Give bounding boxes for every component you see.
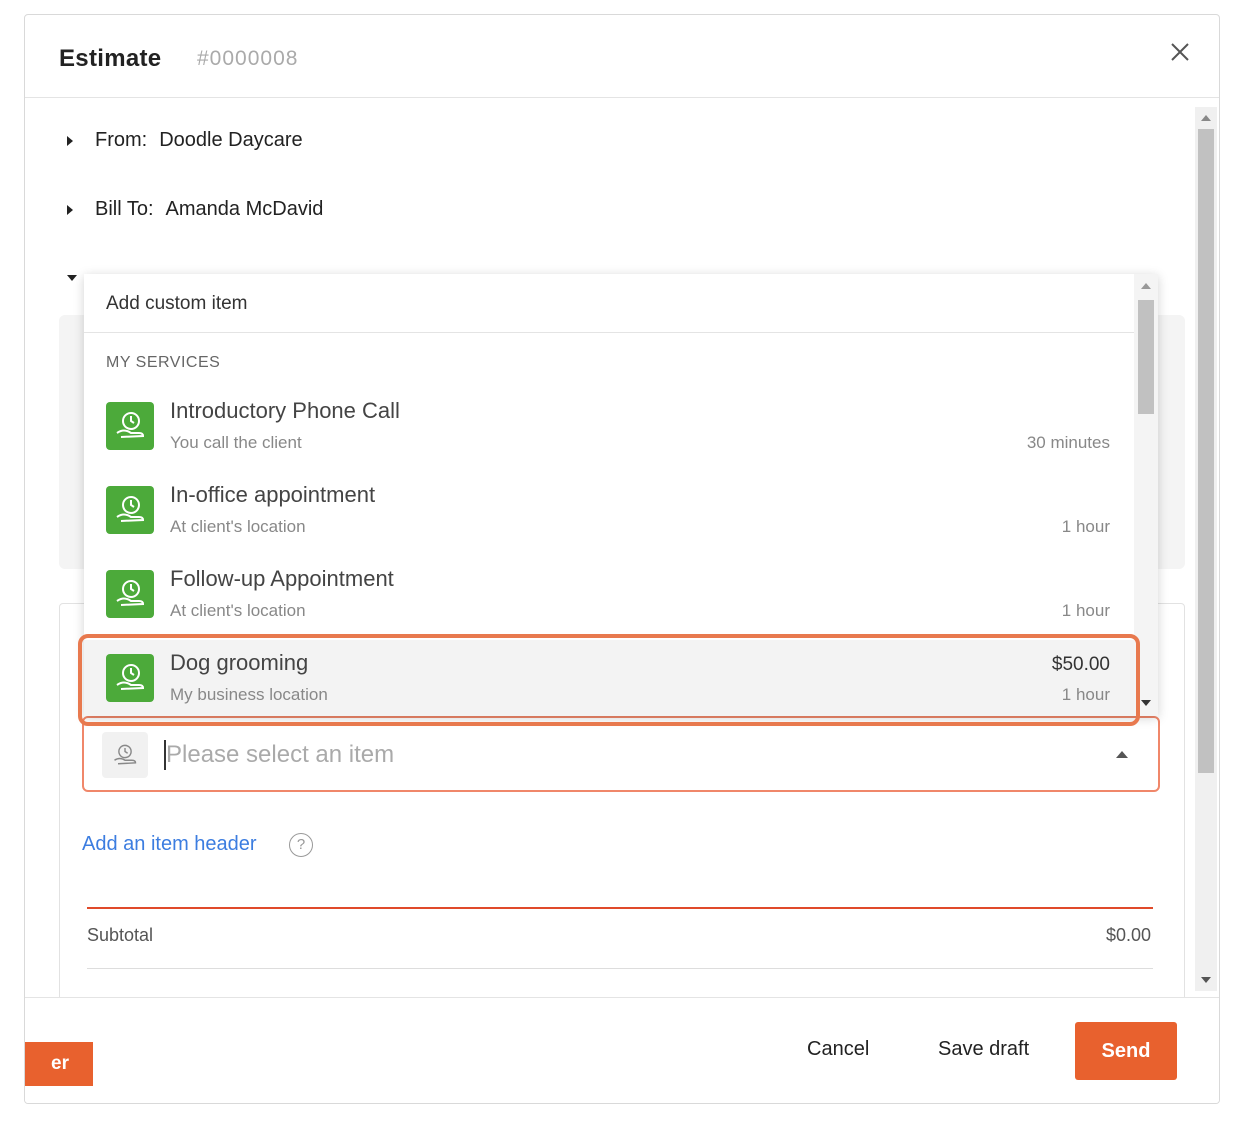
subtotal-value: $0.00 <box>1105 925 1151 945</box>
service-dropdown: Add custom item MY SERVICES Introductory… <box>84 274 1158 716</box>
group-label: MY SERVICES <box>106 354 221 371</box>
service-duration: 1 hour <box>1061 517 1110 536</box>
scroll-up-icon[interactable] <box>1201 115 1211 121</box>
help-icon[interactable]: ? <box>289 833 313 857</box>
estimate-details-section[interactable] <box>67 275 77 281</box>
add-custom-item-option[interactable]: Add custom item <box>84 274 1134 333</box>
modal-title: Estimate <box>59 45 162 72</box>
cancel-button[interactable]: Cancel <box>807 1038 869 1061</box>
service-name: Dog grooming <box>170 650 309 675</box>
dropdown-item[interactable]: Introductory Phone Call You call the cli… <box>84 388 1134 472</box>
caret-up-icon[interactable] <box>1116 751 1128 758</box>
service-name: Follow-up Appointment <box>170 566 394 591</box>
from-section[interactable]: From: Doodle Daycare <box>67 129 303 152</box>
bill-to-section[interactable]: Bill To: Amanda McDavid <box>67 198 323 221</box>
bill-to-label: Bill To: <box>95 198 154 220</box>
scrollbar-thumb[interactable] <box>1198 129 1214 773</box>
scroll-down-icon[interactable] <box>1201 977 1211 983</box>
caret-down-icon <box>67 275 77 281</box>
service-price: $50.00 <box>1051 654 1110 675</box>
save-draft-button[interactable]: Save draft <box>938 1038 1029 1061</box>
close-icon[interactable] <box>1169 41 1191 63</box>
divider <box>87 968 1153 969</box>
item-select[interactable] <box>82 716 1160 792</box>
dropdown-item[interactable]: In-office appointment At client's locati… <box>84 472 1134 556</box>
partial-footer-button[interactable]: er <box>25 1042 93 1086</box>
dropdown-item[interactable]: Follow-up Appointment At client's locati… <box>84 556 1134 640</box>
service-duration: 1 hour <box>1061 685 1110 704</box>
service-hand-clock-icon <box>106 402 154 450</box>
service-duration: 30 minutes <box>1026 433 1110 452</box>
subtotal-label: Subtotal <box>87 925 154 945</box>
send-button[interactable]: Send <box>1075 1022 1177 1080</box>
service-placeholder-icon <box>102 732 148 778</box>
modal-footer: er Cancel Save draft Send <box>25 997 1219 1103</box>
bill-to-value: Amanda McDavid <box>165 198 324 220</box>
caret-right-icon <box>67 204 73 215</box>
divider <box>87 907 1153 909</box>
service-subtitle: At client's location <box>170 517 306 536</box>
service-hand-clock-icon <box>106 654 154 702</box>
service-name: Introductory Phone Call <box>170 398 400 423</box>
caret-right-icon <box>67 135 73 146</box>
scroll-down-icon[interactable] <box>1141 700 1151 706</box>
service-hand-clock-icon <box>106 570 154 618</box>
service-subtitle: You call the client <box>170 433 302 452</box>
from-label: From: <box>95 129 148 151</box>
service-name: In-office appointment <box>170 482 376 507</box>
from-value: Doodle Daycare <box>159 129 303 151</box>
scroll-up-icon[interactable] <box>1141 283 1151 289</box>
estimate-number: #0000008 <box>197 47 299 70</box>
scrollbar-thumb[interactable] <box>1138 300 1154 414</box>
item-search-input[interactable] <box>166 736 1066 774</box>
service-duration: 1 hour <box>1061 601 1110 620</box>
modal-scrollbar[interactable] <box>1195 107 1217 991</box>
service-subtitle: My business location <box>170 685 328 704</box>
add-item-header-link[interactable]: Add an item header <box>82 833 257 856</box>
service-subtitle: At client's location <box>170 601 306 620</box>
dropdown-item-dog-grooming[interactable]: Dog grooming My business location $50.00… <box>84 640 1134 716</box>
service-hand-clock-icon <box>106 486 154 534</box>
dropdown-scrollbar[interactable] <box>1134 274 1158 716</box>
modal-header: Estimate #0000008 <box>25 15 1219 98</box>
